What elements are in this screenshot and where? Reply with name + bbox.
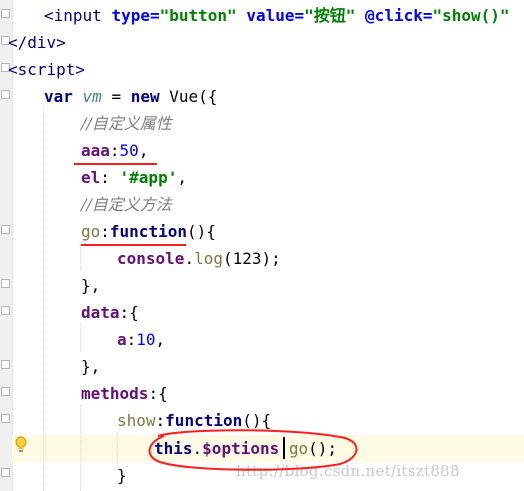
red-annotation-circle	[148, 429, 358, 471]
red-annotation-layer	[148, 429, 358, 471]
